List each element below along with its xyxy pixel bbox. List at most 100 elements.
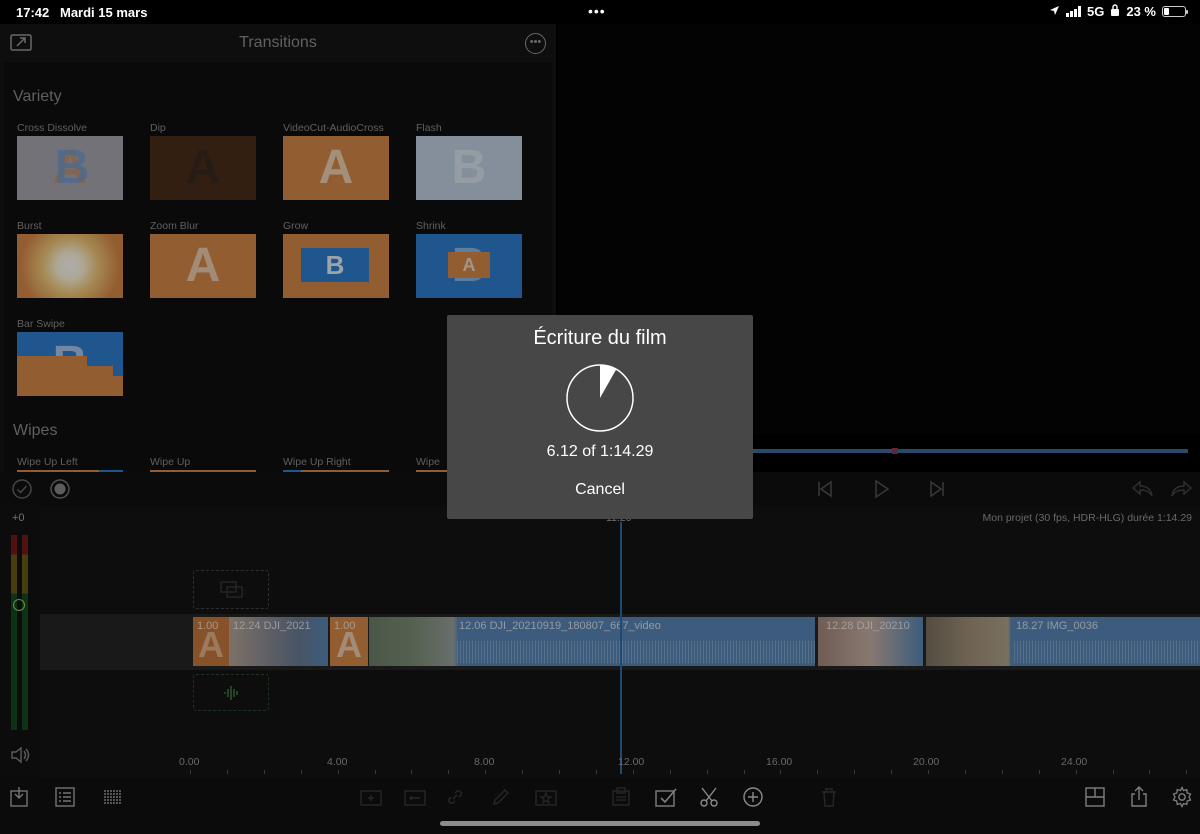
waveform-icon [224, 686, 238, 700]
audio-level-label: +0 [12, 512, 25, 524]
record-icon[interactable] [49, 478, 71, 500]
insert-clip-icon[interactable] [359, 786, 382, 808]
clipboard-icon[interactable] [610, 786, 632, 808]
network-type: 5G [1087, 4, 1105, 19]
checkmark-circle-icon[interactable] [11, 478, 33, 500]
transition-thumbnail: A [150, 234, 256, 298]
transition-clip[interactable]: A 1.00 [193, 617, 229, 666]
ruler-tick [411, 770, 413, 774]
transition-dip[interactable]: Dip A [150, 122, 256, 200]
transition-clip[interactable]: A 1.00 [330, 617, 368, 666]
play-icon[interactable] [870, 478, 892, 500]
trash-icon[interactable] [818, 786, 840, 808]
pencil-icon[interactable] [490, 786, 512, 808]
playhead[interactable] [620, 522, 622, 774]
overlay-track-placeholder[interactable] [193, 570, 269, 609]
home-indicator[interactable] [440, 821, 760, 826]
progress-pie [566, 364, 634, 432]
transition-wipe-up-right[interactable]: Wipe Up Right [283, 456, 389, 472]
audio-mixer-icon[interactable] [102, 786, 124, 808]
layout-icon[interactable] [1084, 786, 1106, 808]
video-clip[interactable]: 18.27 IMG_0036 [926, 617, 1200, 666]
transition-shrink[interactable]: Shrink B A [416, 220, 522, 298]
location-icon [1049, 4, 1060, 19]
ruler-label: 8.00 [474, 756, 495, 768]
ruler-tick [559, 770, 560, 774]
video-clip[interactable]: 12.28 DJI_20210 [818, 617, 923, 666]
ruler-tick [190, 770, 191, 774]
transition-label: Wipe Up Left [17, 456, 78, 468]
ruler-tick [632, 770, 634, 774]
transition-thumbnail: A [283, 136, 389, 200]
more-options-icon[interactable]: ••• [525, 33, 546, 54]
transition-label: Cross Dissolve [17, 122, 88, 134]
transition-grow[interactable]: Grow B [283, 220, 389, 298]
status-time: 17:42 [16, 5, 50, 20]
undo-icon[interactable] [1130, 478, 1153, 500]
transition-bar-swipe[interactable]: Bar Swipe B [17, 318, 123, 396]
ruler-tick [1075, 770, 1077, 774]
ruler-tick [522, 770, 524, 774]
lock-rotation-icon [1110, 4, 1120, 19]
ruler-tick [743, 770, 745, 774]
transition-wipe-up[interactable]: Wipe Up [150, 456, 256, 472]
link-icon[interactable] [444, 786, 466, 808]
transition-burst[interactable]: Burst [17, 220, 123, 298]
add-circle-icon[interactable] [742, 786, 764, 808]
select-checkbox-icon[interactable] [654, 786, 677, 808]
video-clip[interactable]: 12.06 DJI_20210919_180807_667_video [369, 617, 815, 666]
redo-icon[interactable] [1170, 478, 1193, 500]
status-date: Mardi 15 mars [60, 5, 148, 20]
cancel-button[interactable]: Cancel [560, 481, 640, 503]
settings-gear-icon[interactable] [1171, 786, 1193, 808]
ruler-tick [780, 770, 782, 774]
transition-label: Wipe Up [150, 456, 191, 468]
audio-track-placeholder[interactable] [193, 674, 269, 711]
audio-meter-panel [0, 506, 40, 778]
ruler-label: 12.00 [618, 756, 645, 768]
transition-cross-dissolve[interactable]: Cross Dissolve A B [17, 122, 123, 200]
signal-icon [1066, 6, 1082, 17]
audio-meter-right [22, 535, 28, 730]
transition-flash[interactable]: Flash B [416, 122, 522, 200]
export-progress-dialog: Écriture du film 6.12 of 1:14.29 Cancel [447, 315, 753, 519]
transition-label: Wipe Up Right [283, 456, 351, 468]
transition-label: Shrink [416, 220, 446, 232]
preview-scrubber[interactable] [740, 449, 1188, 453]
scissors-icon[interactable] [698, 786, 720, 808]
volume-knob[interactable] [13, 599, 25, 611]
share-icon[interactable] [1128, 786, 1150, 808]
ruler-tick [595, 770, 597, 774]
skip-back-icon[interactable] [814, 478, 836, 500]
video-clip[interactable]: 12.24 DJI_2021 [229, 617, 328, 666]
transition-label: Dip [150, 122, 166, 134]
favorite-clip-icon[interactable] [534, 786, 557, 808]
scrubber-handle[interactable] [892, 448, 898, 454]
dialog-title: Écriture du film [533, 327, 667, 349]
browser-list-icon[interactable] [54, 786, 76, 808]
transition-thumbnail: B [416, 136, 522, 200]
ruler-label: 4.00 [327, 756, 348, 768]
transition-label: Zoom Blur [150, 220, 199, 232]
transition-zoom-blur[interactable]: Zoom Blur A [150, 220, 256, 298]
transition-thumbnail: B [283, 234, 389, 298]
multitasking-dots-icon[interactable]: ••• [588, 3, 606, 19]
ruler-label: 24.00 [1061, 756, 1088, 768]
ruler-tick [448, 770, 450, 774]
ruler-tick [1038, 770, 1040, 774]
transition-wipe-up-left[interactable]: Wipe Up Left [17, 456, 123, 472]
battery-percent: 23 % [1126, 4, 1156, 19]
speaker-icon[interactable] [10, 746, 32, 769]
progress-text: 6.12 of 1:14.29 [546, 443, 654, 460]
import-media-icon[interactable] [8, 786, 30, 808]
battery-icon [1162, 6, 1188, 17]
ruler-tick [1001, 770, 1003, 774]
progress-wedge [600, 365, 617, 398]
ruler-tick [669, 770, 671, 774]
transition-label: Grow [283, 220, 309, 232]
ruler-tick [964, 770, 966, 774]
skip-forward-icon[interactable] [926, 478, 948, 500]
transition-thumbnail: B [17, 332, 123, 396]
replace-clip-icon[interactable] [403, 786, 426, 808]
transition-videocut-audiocross[interactable]: VideoCut-AudioCross A [283, 122, 389, 200]
